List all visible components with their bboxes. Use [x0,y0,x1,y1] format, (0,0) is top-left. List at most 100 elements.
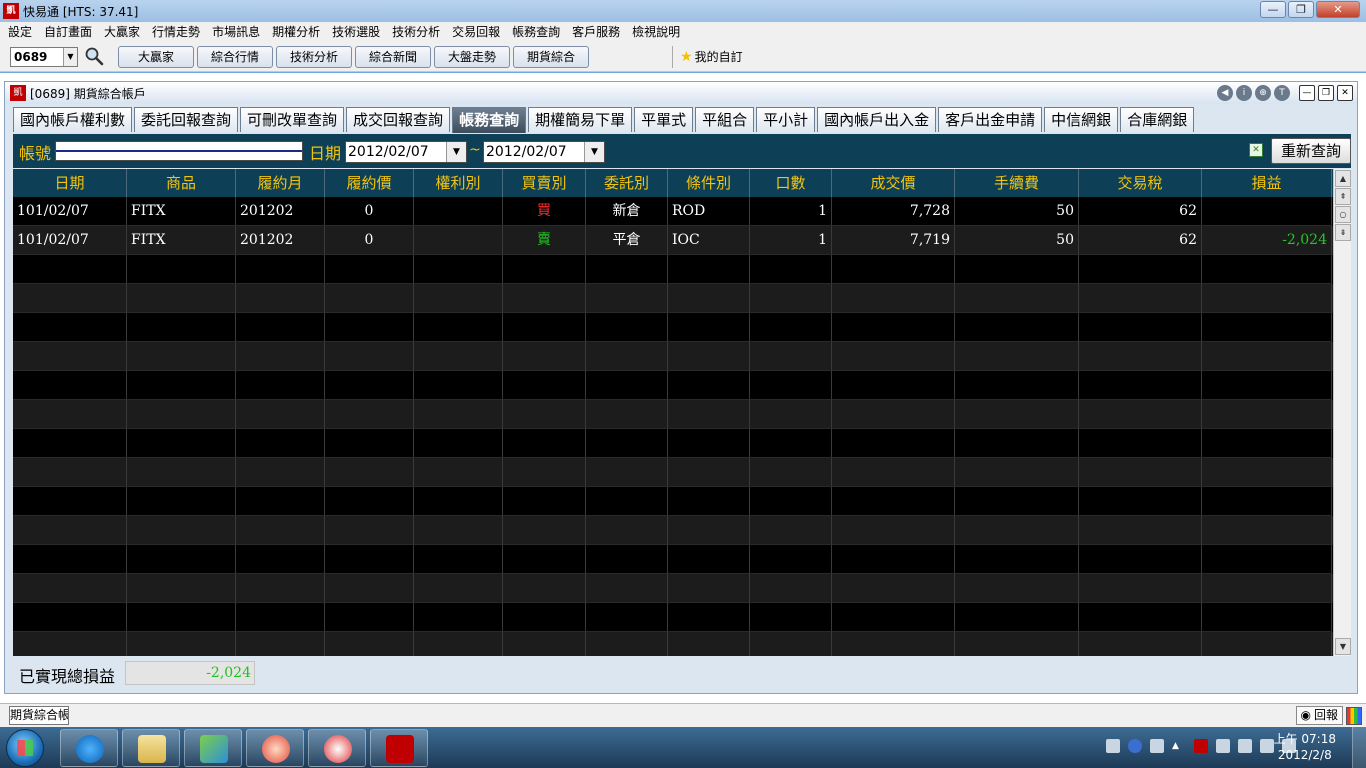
table-row[interactable] [13,313,1333,342]
color-palette-icon[interactable] [1346,706,1362,725]
table-row[interactable] [13,284,1333,313]
tab-12[interactable]: 合庫網銀 [1120,107,1195,132]
column-header-date[interactable]: 日期 [13,169,127,197]
tab-10[interactable]: 客戶出金申請 [938,107,1043,132]
table-row[interactable]: 101/02/07 FITX 201202 0 買新倉 ROD 1 7,728 50 62 [13,197,1333,226]
requery-button[interactable]: 重新查詢 [1271,138,1351,164]
maximize-icon[interactable]: ❐ [1288,1,1314,18]
scroll-top-icon[interactable]: ⇞ [1335,188,1351,205]
column-header-fee[interactable]: 手續費 [955,169,1079,197]
tab-7[interactable]: 平組合 [695,107,755,132]
tab-8[interactable]: 平小計 [756,107,816,132]
tab-11[interactable]: 中信網銀 [1044,107,1119,132]
column-header-price[interactable]: 成交價 [832,169,955,197]
back-icon[interactable]: ◀ [1217,85,1233,101]
menu-item[interactable]: 技術分析 [386,22,446,42]
scroll-bottom-icon[interactable]: ⇟ [1335,224,1351,241]
table-row[interactable] [13,545,1333,574]
link-icon[interactable]: ⊕ [1255,85,1271,101]
favorites-button[interactable]: ★ 我的自訂 [680,48,743,65]
menu-item[interactable]: 交易回報 [446,22,506,42]
chevron-down-icon[interactable]: ▼ [584,142,604,162]
column-header-strike[interactable]: 履約價 [325,169,414,197]
menu-item[interactable]: 自訂畫面 [38,22,98,42]
tab-2[interactable]: 可刪改單查詢 [240,107,345,132]
table-row[interactable] [13,400,1333,429]
toolbar-button-news[interactable]: 綜合新聞 [355,46,431,68]
chevron-down-icon[interactable]: ▼ [63,48,77,66]
taskbar-zen[interactable] [308,729,366,767]
show-desktop-button[interactable] [1352,727,1366,768]
column-header-product[interactable]: 商品 [127,169,236,197]
table-row[interactable] [13,516,1333,545]
keyboard-icon[interactable] [1106,739,1120,753]
child-close-icon[interactable]: ✕ [1337,85,1353,101]
trading-tray-icon[interactable] [1194,739,1208,753]
table-row[interactable] [13,574,1333,603]
child-restore-icon[interactable]: ❐ [1318,85,1334,101]
date-to-value[interactable]: 2012/02/07 [484,142,584,162]
child-minimize-icon[interactable]: — [1299,85,1315,101]
network-icon[interactable] [1260,739,1274,753]
grid-scrollbar[interactable]: ▲ ⇞ ○ ⇟ ▼ [1333,169,1351,656]
column-header-pnl[interactable]: 損益 [1202,169,1332,197]
close-icon[interactable]: ✕ [1316,1,1360,18]
stock-code-combobox[interactable]: 0689 ▼ [10,47,78,67]
taskbar-trading-app[interactable] [370,729,428,767]
toolbar-button-futures[interactable]: 期貨綜合 [513,46,589,68]
column-header-qty[interactable]: 口數 [750,169,832,197]
menu-item[interactable]: 期權分析 [266,22,326,42]
date-from-picker[interactable]: 2012/02/07 ▼ [345,141,467,163]
table-row[interactable] [13,429,1333,458]
taskbar-explorer[interactable] [122,729,180,767]
toolbar-button-market[interactable]: 綜合行情 [197,46,273,68]
column-header-condition[interactable]: 條件別 [668,169,750,197]
table-row[interactable] [13,603,1333,632]
table-row[interactable] [13,487,1333,516]
menu-item[interactable]: 設定 [2,22,38,42]
usb-icon[interactable] [1238,739,1252,753]
toolbar-button-index-trend[interactable]: 大盤走勢 [434,46,510,68]
column-header-tax[interactable]: 交易稅 [1079,169,1202,197]
help-icon[interactable] [1128,739,1142,753]
minimize-icon[interactable]: — [1260,1,1286,18]
scroll-thumb[interactable]: ○ [1335,206,1351,223]
menu-item[interactable]: 客戶服務 [566,22,626,42]
window-tab-futures-account[interactable]: 期貨綜合帳戶 [9,706,69,725]
tab-3[interactable]: 成交回報查詢 [346,107,451,132]
report-button[interactable]: ◉ 回報 [1295,706,1343,725]
date-from-value[interactable]: 2012/02/07 [346,142,446,162]
export-excel-icon[interactable]: ✕ [1249,143,1263,157]
tab-4[interactable]: 帳務查詢 [452,107,527,133]
tab-1[interactable]: 委託回報查詢 [134,107,239,132]
tab-6[interactable]: 平單式 [634,107,694,132]
tray-arrows-icon[interactable] [1150,739,1164,753]
menu-item[interactable]: 技術選股 [326,22,386,42]
action-center-icon[interactable] [1216,739,1230,753]
system-clock[interactable]: 上午 07:18 2012/2/8 [1274,731,1336,763]
toolbar-button-technical[interactable]: 技術分析 [276,46,352,68]
column-header-side[interactable]: 買賣別 [503,169,586,197]
text-icon[interactable]: T [1274,85,1290,101]
toolbar-button-winner[interactable]: 大贏家 [118,46,194,68]
scroll-down-icon[interactable]: ▼ [1335,638,1351,655]
menu-item[interactable]: 行情走勢 [146,22,206,42]
taskbar-ie[interactable] [60,729,118,767]
column-header-month[interactable]: 履約月 [236,169,325,197]
show-hidden-icons[interactable]: ▲ [1172,739,1186,753]
tab-9[interactable]: 國內帳戶出入金 [817,107,937,132]
scroll-up-icon[interactable]: ▲ [1335,170,1351,187]
chevron-down-icon[interactable]: ▼ [446,142,466,162]
account-field[interactable] [55,141,303,161]
menu-item[interactable]: 大贏家 [98,22,146,42]
column-header-order_type[interactable]: 委託別 [586,169,668,197]
taskbar-game[interactable] [246,729,304,767]
tab-0[interactable]: 國內帳戶權利數 [13,107,133,132]
menu-item[interactable]: 檢視說明 [626,22,686,42]
date-to-picker[interactable]: 2012/02/07 ▼ [483,141,605,163]
taskbar-messenger[interactable] [184,729,242,767]
table-row[interactable] [13,371,1333,400]
stock-code-value[interactable]: 0689 [11,48,63,66]
start-button-icon[interactable] [6,729,44,767]
table-row[interactable] [13,458,1333,487]
